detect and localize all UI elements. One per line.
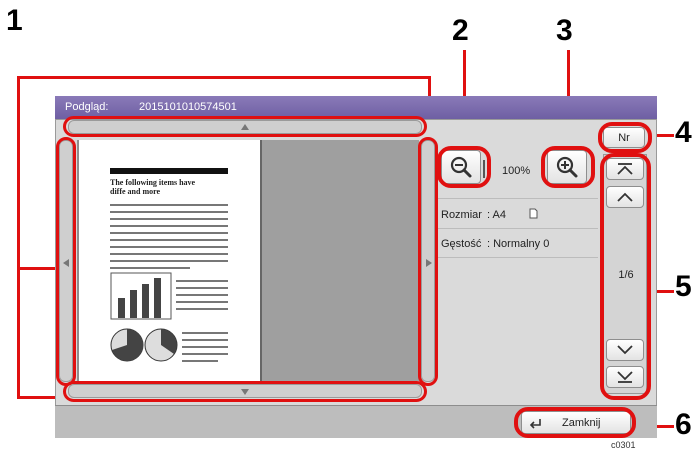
doc-heading-bar	[110, 168, 228, 174]
callout-3-ring	[541, 146, 595, 188]
doc-text-line	[110, 246, 228, 248]
doc-text-line	[110, 260, 228, 262]
doc-bar-chart-icon	[110, 272, 172, 320]
doc-text-line	[176, 308, 228, 310]
callout-2-ring	[437, 146, 491, 188]
title-label: Podgląd:	[65, 101, 109, 113]
doc-text-line	[110, 211, 228, 213]
doc-heading: The following items have diffe and more	[110, 178, 235, 196]
callout-4-ring	[598, 122, 652, 153]
callout-4: 4	[675, 116, 692, 149]
title-value: 2015101010574501	[139, 101, 237, 113]
density-label: Gęstość	[441, 238, 482, 250]
doc-text-line	[182, 353, 228, 355]
doc-text-line	[176, 280, 228, 282]
info-separator	[436, 198, 598, 199]
info-separator	[436, 228, 598, 229]
doc-pie-chart-icon	[110, 328, 178, 362]
doc-text-line	[182, 360, 218, 362]
doc-text-line	[182, 346, 228, 348]
paper-icon	[529, 208, 538, 219]
doc-text-line	[110, 232, 228, 234]
info-separator	[436, 257, 598, 258]
doc-text-line	[176, 287, 228, 289]
doc-text-line	[110, 239, 228, 241]
doc-text-line	[110, 204, 228, 206]
doc-text-line	[182, 332, 228, 334]
callout-2: 2	[452, 14, 469, 47]
doc-heading-line-1: The following items have	[110, 178, 196, 187]
callout-5-ring	[600, 153, 651, 400]
figure-code: c0301	[611, 440, 636, 450]
callout-5: 5	[675, 270, 692, 303]
callout-3: 3	[556, 14, 573, 47]
doc-text-line	[110, 218, 228, 220]
density-value: : Normalny 0	[487, 238, 550, 250]
callout-1-mid-line	[17, 267, 57, 270]
callout-1-top-line	[17, 76, 431, 79]
callout-1-ring-right	[418, 137, 438, 386]
size-value: : A4	[487, 209, 506, 221]
doc-text-line	[110, 267, 190, 269]
empty-page-area	[262, 140, 419, 381]
size-label: Rozmiar	[441, 209, 482, 221]
callout-1: 1	[6, 4, 23, 37]
doc-text-line	[182, 339, 228, 341]
callout-1-ring-left	[56, 137, 76, 386]
doc-text-line	[110, 225, 228, 227]
callout-1-ring-bottom	[63, 381, 427, 402]
doc-heading-line-2: diffe and more	[110, 187, 161, 196]
zoom-value: 100%	[502, 165, 531, 177]
doc-text-line	[110, 253, 228, 255]
doc-text-line	[176, 301, 228, 303]
callout-6-ring	[514, 407, 636, 438]
doc-text-line	[176, 294, 228, 296]
callout-1-ring-top	[63, 116, 427, 137]
callout-6: 6	[675, 408, 692, 441]
callout-1-bracket	[17, 76, 20, 398]
